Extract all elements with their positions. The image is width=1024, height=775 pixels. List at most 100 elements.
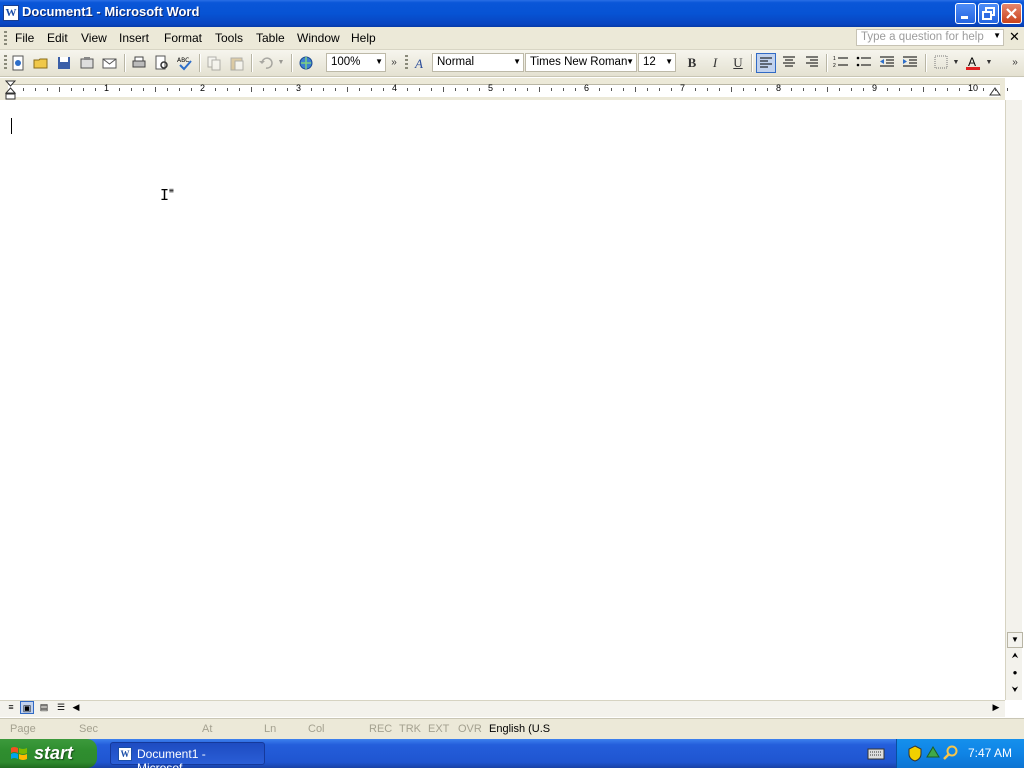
taskbar-item-word[interactable]: W Document1 - Microsof...	[110, 742, 265, 775]
undo-button[interactable]	[256, 53, 276, 73]
minimize-button[interactable]	[955, 3, 976, 24]
align-right-button[interactable]	[802, 53, 822, 73]
ruler-tick	[911, 88, 912, 91]
borders-button[interactable]	[931, 53, 951, 73]
network-icon[interactable]	[925, 745, 941, 761]
spelling-button[interactable]: ABC	[175, 53, 195, 73]
font-color-button[interactable]: A	[963, 53, 983, 73]
italic-button[interactable]: I	[705, 53, 725, 73]
horizontal-scrollbar[interactable]	[0, 700, 1005, 717]
toolbar-grip[interactable]	[4, 55, 7, 71]
previous-page-button[interactable]: ⮝	[1007, 649, 1023, 665]
font-select[interactable]: Times New Roman ▼	[525, 53, 637, 72]
document-close-icon[interactable]: ✕	[1009, 30, 1020, 45]
select-browse-object-button[interactable]: ●	[1007, 666, 1023, 682]
status-language[interactable]: English (U.S	[489, 723, 550, 735]
zoom-select[interactable]: 100% ▼	[326, 53, 386, 72]
scroll-down-button[interactable]: ▼	[1007, 632, 1023, 648]
save-button[interactable]	[54, 53, 74, 73]
arrow-left-icon: ◀	[72, 702, 80, 712]
copy-button[interactable]	[204, 53, 224, 73]
status-extend[interactable]: EXT	[428, 723, 449, 735]
bullets-button[interactable]	[854, 53, 874, 73]
ruler-tick	[119, 88, 120, 91]
print-preview-button[interactable]	[152, 53, 172, 73]
menu-file[interactable]: File	[15, 31, 34, 45]
scroll-right-button[interactable]: ▶	[990, 701, 1002, 714]
decrease-indent-button[interactable]	[877, 53, 897, 73]
keyboard-icon[interactable]	[867, 747, 885, 761]
permission-button[interactable]	[77, 53, 97, 73]
next-page-button[interactable]: ⮟	[1007, 683, 1023, 699]
status-at: At	[202, 723, 213, 735]
word-app-icon[interactable]: W	[3, 5, 19, 21]
paste-button[interactable]	[227, 53, 247, 73]
ruler-tick	[599, 88, 600, 91]
print-button[interactable]	[129, 53, 149, 73]
borders-dropdown-icon[interactable]: ▼	[951, 53, 961, 73]
new-document-button[interactable]	[8, 53, 28, 73]
print-layout-view-button[interactable]: ▤	[37, 701, 51, 714]
numbering-button[interactable]: 12	[831, 53, 851, 73]
status-overtype[interactable]: OVR	[458, 723, 482, 735]
email-button[interactable]	[100, 53, 120, 73]
scroll-left-button[interactable]: ◀	[70, 701, 82, 714]
close-window-button[interactable]	[1001, 3, 1022, 24]
menu-tools[interactable]: Tools	[215, 31, 243, 45]
font-dropdown-icon[interactable]: ▼	[626, 57, 634, 66]
align-left-button[interactable]	[756, 53, 776, 73]
menu-help[interactable]: Help	[351, 31, 376, 45]
help-question-input[interactable]: Type a question for help ▼	[856, 29, 1004, 46]
menu-table[interactable]: Table	[256, 31, 285, 45]
menu-view[interactable]: View	[81, 31, 107, 45]
ibeam-cursor-icon: I≡	[160, 186, 174, 204]
indent-marker-icon[interactable]	[5, 80, 17, 100]
style-select[interactable]: Normal ▼	[432, 53, 524, 72]
window-title: Document1 - Microsoft Word	[22, 4, 200, 19]
menu-format[interactable]: Format	[164, 31, 202, 45]
status-track-changes[interactable]: TRK	[399, 723, 421, 735]
style-dropdown-icon[interactable]: ▼	[513, 57, 521, 66]
menu-window[interactable]: Window	[297, 31, 340, 45]
ruler-tick	[719, 88, 720, 91]
menu-edit[interactable]: Edit	[47, 31, 68, 45]
bold-button[interactable]: B	[682, 53, 702, 73]
ruler-tick	[155, 87, 156, 92]
zoom-dropdown-icon[interactable]: ▼	[375, 57, 383, 66]
font-size-select[interactable]: 12 ▼	[638, 53, 676, 72]
styles-button[interactable]: A	[411, 53, 431, 73]
clock[interactable]: 7:47 AM	[968, 746, 1012, 760]
menubar-grip[interactable]	[4, 31, 7, 45]
restore-button[interactable]	[978, 3, 999, 24]
security-shield-icon[interactable]	[907, 745, 923, 762]
ruler-tick	[419, 88, 420, 91]
toolbar-grip[interactable]	[405, 55, 408, 71]
font-size-dropdown-icon[interactable]: ▼	[665, 57, 673, 66]
ruler-number: 3	[296, 83, 302, 93]
status-record-macro[interactable]: REC	[369, 723, 392, 735]
search-magnifier-icon[interactable]	[943, 745, 959, 761]
font-color-dropdown-icon[interactable]: ▼	[984, 53, 994, 73]
ruler-tick	[23, 88, 24, 91]
document-page[interactable]	[0, 100, 1005, 700]
ruler-tick	[983, 88, 984, 91]
outline-view-button[interactable]: ☰	[54, 701, 68, 714]
undo-dropdown-icon[interactable]: ▼	[276, 53, 286, 73]
toolbar-options-chevron-icon[interactable]: »	[388, 53, 400, 73]
menu-insert[interactable]: Insert	[119, 31, 149, 45]
increase-indent-button[interactable]	[900, 53, 920, 73]
web-layout-view-button[interactable]: ▣	[20, 701, 34, 714]
ruler-tick	[407, 88, 408, 91]
vertical-scrollbar[interactable]: ▼ ⮝ ● ⮟	[1005, 100, 1023, 700]
ruler-tick	[935, 88, 936, 91]
start-button[interactable]: start	[0, 739, 97, 768]
open-button[interactable]	[31, 53, 51, 73]
underline-button[interactable]: U	[728, 53, 748, 73]
help-dropdown-icon[interactable]: ▼	[993, 31, 1001, 40]
normal-view-button[interactable]: ≡	[4, 701, 18, 714]
title-bar: W Document1 - Microsoft Word	[0, 0, 1024, 27]
ruler-tick	[839, 88, 840, 91]
web-toolbar-button[interactable]	[296, 53, 316, 73]
align-center-button[interactable]	[779, 53, 799, 73]
formatting-options-chevron-icon[interactable]: »	[1009, 53, 1021, 73]
